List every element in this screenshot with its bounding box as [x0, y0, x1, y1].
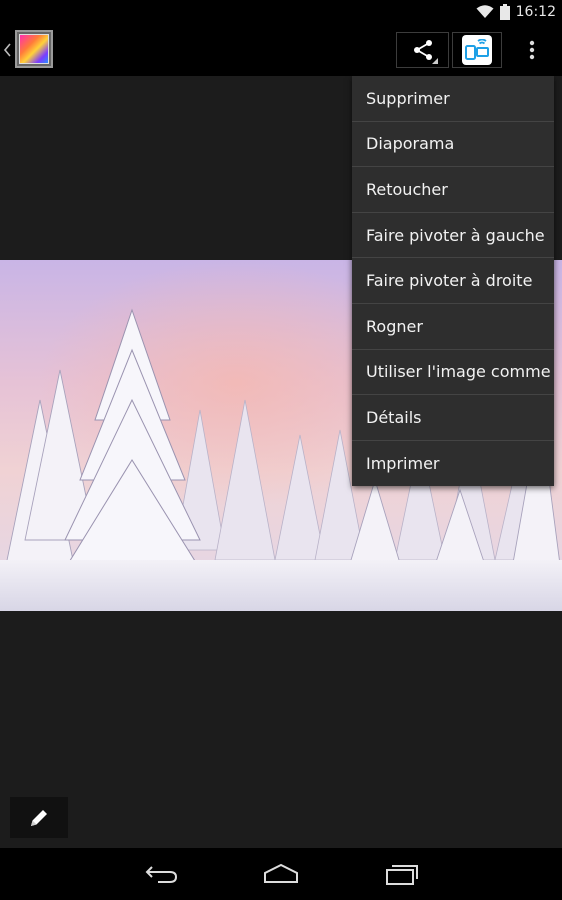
menu-item-delete[interactable]: Supprimer	[352, 76, 554, 122]
menu-item-slideshow[interactable]: Diaporama	[352, 122, 554, 168]
edit-button[interactable]	[10, 797, 68, 838]
back-icon[interactable]	[144, 862, 180, 886]
menu-item-rotate-right[interactable]: Faire pivoter à droite	[352, 258, 554, 304]
pencil-icon	[31, 809, 47, 826]
cast-icon	[465, 39, 489, 60]
status-bar: 16:12	[0, 0, 562, 24]
menu-item-edit[interactable]: Retoucher	[352, 167, 554, 213]
navigation-bar	[0, 848, 562, 900]
overflow-menu: Supprimer Diaporama Retoucher Faire pivo…	[352, 76, 554, 486]
share-dropdown-indicator-icon	[432, 58, 438, 64]
menu-item-rotate-left[interactable]: Faire pivoter à gauche	[352, 213, 554, 259]
overflow-menu-icon	[529, 40, 535, 60]
share-icon	[413, 40, 432, 60]
gallery-app-icon[interactable]	[15, 30, 53, 68]
share-button[interactable]	[396, 32, 449, 68]
wifi-icon	[476, 5, 494, 18]
up-chevron-icon[interactable]	[2, 40, 12, 60]
recent-apps-icon[interactable]	[384, 862, 420, 886]
overflow-menu-button[interactable]	[518, 34, 546, 66]
action-bar	[0, 24, 562, 76]
menu-item-print[interactable]: Imprimer	[352, 441, 554, 487]
cast-button[interactable]	[452, 32, 502, 68]
menu-item-crop[interactable]: Rogner	[352, 304, 554, 350]
home-icon[interactable]	[262, 862, 300, 886]
menu-item-details[interactable]: Détails	[352, 395, 554, 441]
clock: 16:12	[515, 4, 556, 20]
battery-icon	[499, 4, 510, 20]
menu-item-set-picture-as[interactable]: Utiliser l'image comme	[352, 350, 554, 396]
